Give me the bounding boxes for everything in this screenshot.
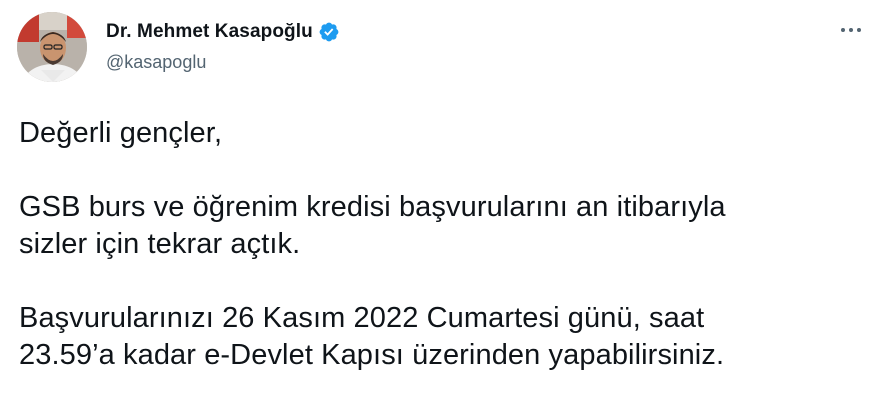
tweet-text-line: GSB burs ve öğrenim kredisi başvuruların… (19, 191, 726, 223)
profile-photo (17, 12, 87, 82)
tweet-text-line: Başvurularınızı 26 Kasım 2022 Cumartesi … (19, 302, 705, 334)
tweet-card: Dr. Mehmet Kasapoğlu @kasapoglu Değerli … (0, 0, 882, 418)
author-display-name[interactable]: Dr. Mehmet Kasapoğlu (106, 21, 313, 43)
tweet-text: Değerli gençler, GSB burs ve öğrenim kre… (19, 115, 869, 374)
tweet-text-line: Değerli gençler, (19, 117, 223, 149)
author-name-row[interactable]: Dr. Mehmet Kasapoğlu (106, 20, 340, 44)
author-handle[interactable]: @kasapoglu (106, 52, 206, 73)
more-options-button[interactable] (836, 18, 866, 42)
verified-badge-icon (318, 21, 340, 43)
more-options-icon (841, 28, 861, 32)
avatar[interactable] (17, 12, 87, 82)
tweet-text-line: 23.59’a kadar e-Devlet Kapısı üzerinden … (19, 339, 725, 371)
tweet-text-line: sizler için tekrar açtık. (19, 228, 301, 260)
